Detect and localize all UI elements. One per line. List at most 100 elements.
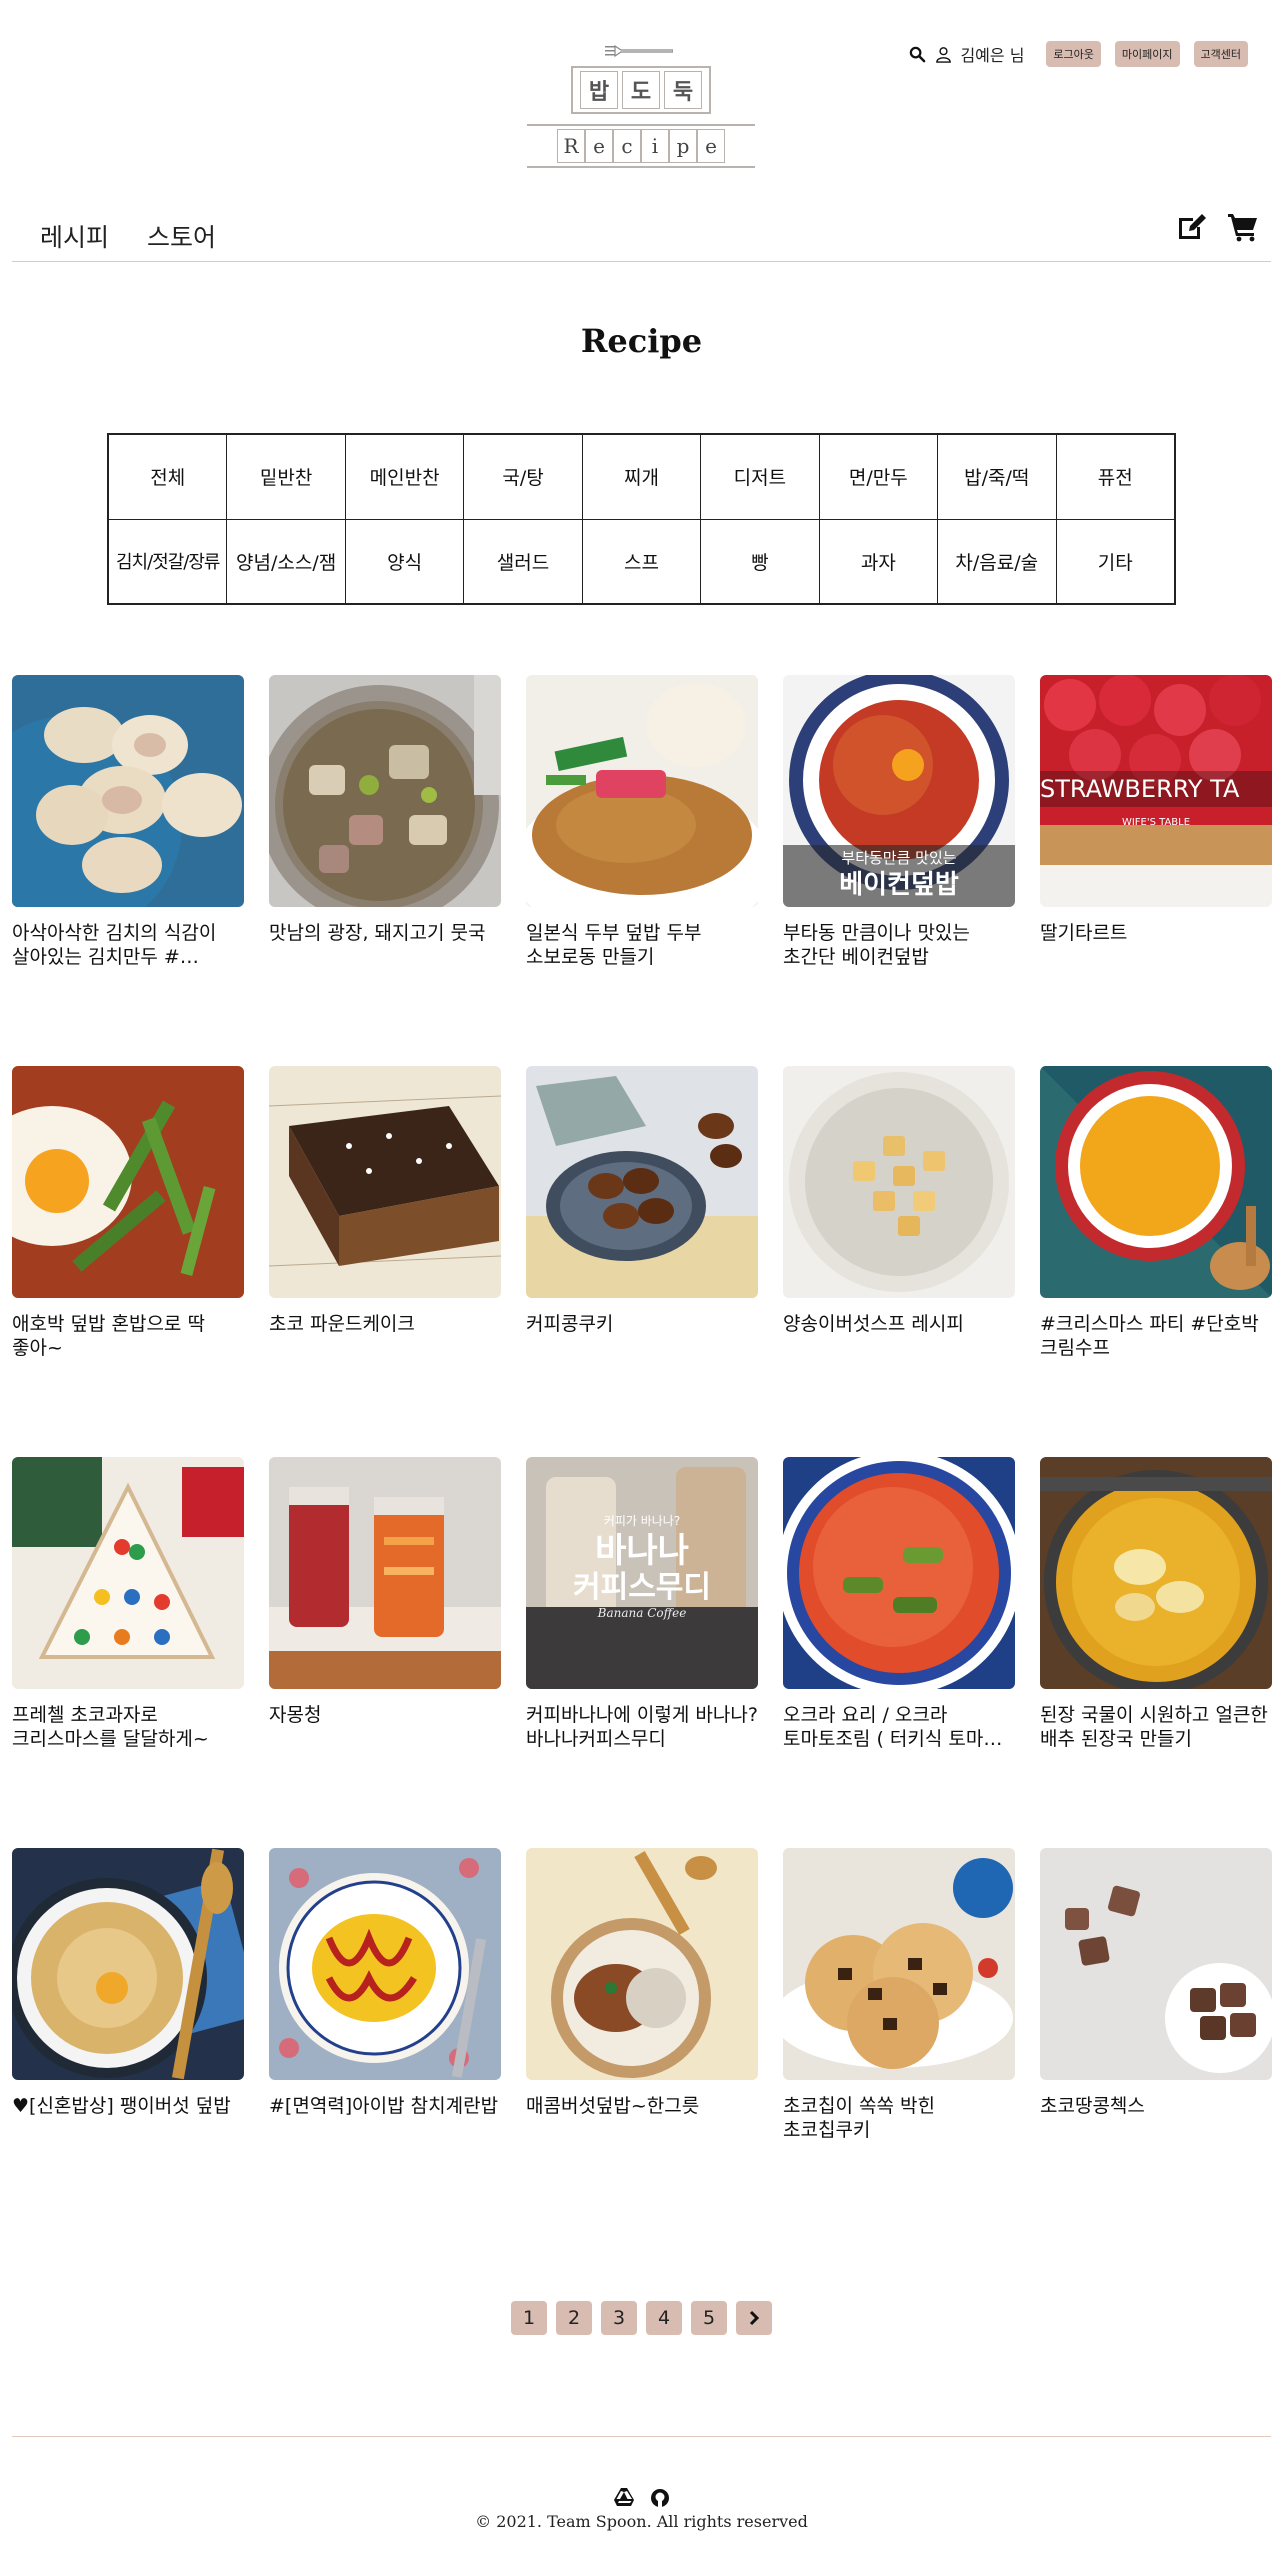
recipe-thumbnail[interactable]: 커피가 바나나? 바나나 커피스무디 Banana Coffee [526,1457,758,1689]
logo-char: 밥 [580,71,618,109]
category-western[interactable]: 양식 [344,518,465,604]
recipe-title[interactable]: ♥[신혼밥상] 팽이버섯 덮밥 [12,2094,244,2118]
category-noodle[interactable]: 면/만두 [818,434,939,520]
recipe-title[interactable]: 커피바나나에 이렇게 바나나? 바나나커피스무디 [526,1703,758,1751]
recipe-thumbnail[interactable] [1040,1848,1272,2080]
category-side-dish[interactable]: 밑반찬 [226,434,346,520]
page-5-button[interactable]: 5 [691,2301,727,2335]
recipe-title[interactable]: #[면역력]아이밥 참치계란밥 [269,2094,501,2118]
recipe-thumbnail[interactable] [269,1066,501,1298]
customer-center-button[interactable]: 고객센터 [1193,41,1248,67]
recipe-title[interactable]: 된장 국물이 시원하고 얼큰한 배추 된장국 만들기 [1040,1703,1272,1751]
recipe-title[interactable]: 초코칩이 쏙쏙 박힌 초코칩쿠키 [783,2094,1015,2142]
recipe-card[interactable]: 프레첼 초코과자로 크리스마스를 달달하게~ [12,1457,244,1751]
recipe-card[interactable]: 오크라 요리 / 오크라 토마토조림 ( 터키식 토마토 오크라 ) [783,1457,1015,1751]
recipe-card[interactable]: 초코 파운드케이크 [269,1066,501,1336]
recipe-title[interactable]: 일본식 두부 덮밥 두부 소보로동 만들기 [526,921,758,969]
category-main-dish[interactable]: 메인반찬 [344,434,465,520]
category-potage[interactable]: 스프 [581,518,702,604]
recipe-thumbnail[interactable] [269,675,501,907]
write-icon[interactable] [1175,210,1207,246]
recipe-thumbnail[interactable]: STRAWBERRY TA WIFE'S TABLE [1040,675,1272,907]
cart-icon[interactable] [1227,210,1259,246]
recipe-title[interactable]: 맛남의 광장, 돼지고기 뭇국 [269,921,501,945]
header-actions [1175,210,1259,246]
next-page-button[interactable] [736,2301,772,2335]
recipe-card[interactable]: 된장 국물이 시원하고 얼큰한 배추 된장국 만들기 [1040,1457,1272,1751]
site-logo[interactable]: 밥 도 둑 R e c i p e [527,42,755,170]
recipe-card[interactable]: 애호박 덮밥 혼밥으로 딱 좋아~ [12,1066,244,1360]
recipe-card[interactable]: 커피가 바나나? 바나나 커피스무디 Banana Coffee 커피바나나에 … [526,1457,758,1751]
recipe-card[interactable]: STRAWBERRY TA WIFE'S TABLE 딸기타르트 [1040,675,1272,945]
recipe-thumbnail[interactable] [526,1066,758,1298]
recipe-title[interactable]: 딸기타르트 [1040,921,1272,945]
recipe-thumbnail[interactable] [269,1457,501,1689]
recipe-title[interactable]: 양송이버섯스프 레시피 [783,1312,1015,1336]
category-rice[interactable]: 밥/죽/떡 [937,434,1057,520]
recipe-title[interactable]: 아삭아삭한 김치의 식감이 살아있는 김치만두 #친정엄마레시피 [12,921,244,969]
category-salad[interactable]: 샐러드 [463,518,583,604]
recipe-thumbnail[interactable] [12,1457,244,1689]
recipe-card[interactable]: 양송이버섯스프 레시피 [783,1066,1015,1336]
page-2-button[interactable]: 2 [556,2301,592,2335]
nav-item-recipe[interactable]: 레시피 [40,218,109,254]
recipe-thumbnail[interactable] [783,1848,1015,2080]
recipe-card[interactable]: ♥[신혼밥상] 팽이버섯 덮밥 [12,1848,244,2118]
category-snack[interactable]: 과자 [818,518,939,604]
recipe-title[interactable]: 프레첼 초코과자로 크리스마스를 달달하게~ [12,1703,244,1751]
recipe-thumbnail[interactable]: 부타동만큼 맛있는 베이컨덮밥 [783,675,1015,907]
category-all[interactable]: 전체 [107,434,228,520]
recipe-thumbnail[interactable] [269,1848,501,2080]
recipe-thumbnail[interactable] [1040,1066,1272,1298]
category-drink[interactable]: 차/음료/술 [937,518,1057,604]
recipe-title[interactable]: 매콤버섯덮밥~한그릇 [526,2094,758,2118]
recipe-title[interactable]: 초코땅콩첵스 [1040,2094,1272,2118]
recipe-card[interactable]: #크리스마스 파티 #단호박 크림수프 [1040,1066,1272,1360]
recipe-thumbnail[interactable] [12,1066,244,1298]
nav-item-store[interactable]: 스토어 [147,218,216,254]
category-fusion[interactable]: 퓨전 [1055,434,1175,520]
page-1-button[interactable]: 1 [511,2301,547,2335]
recipe-title[interactable]: 부타동 만큼이나 맛있는 초간단 베이컨덮밥 [783,921,1015,969]
recipe-title[interactable]: 초코 파운드케이크 [269,1312,501,1336]
recipe-card[interactable]: 매콤버섯덮밥~한그릇 [526,1848,758,2118]
category-bread[interactable]: 빵 [700,518,820,604]
category-etc[interactable]: 기타 [1055,518,1175,604]
page-3-button[interactable]: 3 [601,2301,637,2335]
logo-letter: p [669,129,697,163]
search-icon[interactable] [908,45,926,63]
recipe-title[interactable]: 커피콩쿠키 [526,1312,758,1336]
category-stew[interactable]: 찌개 [581,434,702,520]
recipe-title[interactable]: 자몽청 [269,1703,501,1727]
recipe-card[interactable]: 아삭아삭한 김치의 식감이 살아있는 김치만두 #친정엄마레시피 [12,675,244,969]
recipe-card[interactable]: 커피콩쿠키 [526,1066,758,1336]
mypage-button[interactable]: 마이페이지 [1114,41,1180,67]
category-dessert[interactable]: 디저트 [700,434,820,520]
recipe-title[interactable]: #크리스마스 파티 #단호박 크림수프 [1040,1312,1272,1360]
recipe-thumbnail[interactable] [12,1848,244,2080]
recipe-card[interactable]: 일본식 두부 덮밥 두부 소보로동 만들기 [526,675,758,969]
recipe-thumbnail[interactable] [783,1457,1015,1689]
recipe-thumbnail[interactable] [783,1066,1015,1298]
github-icon[interactable] [650,2488,670,2512]
recipe-card[interactable]: 초코땅콩첵스 [1040,1848,1272,2118]
recipe-thumbnail[interactable] [526,675,758,907]
recipe-card[interactable]: 맛남의 광장, 돼지고기 뭇국 [269,675,501,945]
thumb-overlay-text: Banana Coffee [597,1606,687,1620]
recipe-card[interactable]: 초코칩이 쏙쏙 박힌 초코칩쿠키 [783,1848,1015,2142]
recipe-title[interactable]: 애호박 덮밥 혼밥으로 딱 좋아~ [12,1312,244,1360]
user-icon[interactable] [934,45,952,63]
category-soup[interactable]: 국/탕 [463,434,583,520]
category-kimchi[interactable]: 김치/젓갈/장류 [107,518,228,604]
page-4-button[interactable]: 4 [646,2301,682,2335]
recipe-card[interactable]: 자몽청 [269,1457,501,1727]
category-sauce[interactable]: 양념/소스/잼 [226,518,346,604]
logout-button[interactable]: 로그아웃 [1046,41,1101,67]
recipe-card[interactable]: #[면역력]아이밥 참치계란밥 [269,1848,501,2118]
recipe-card[interactable]: 부타동만큼 맛있는 베이컨덮밥 부타동 만큼이나 맛있는 초간단 베이컨덮밥 [783,675,1015,969]
recipe-thumbnail[interactable] [1040,1457,1272,1689]
recipe-thumbnail[interactable] [526,1848,758,2080]
recipe-title[interactable]: 오크라 요리 / 오크라 토마토조림 ( 터키식 토마토 오크라 ) [783,1703,1015,1751]
recipe-thumbnail[interactable] [12,675,244,907]
google-drive-icon[interactable] [613,2488,634,2512]
